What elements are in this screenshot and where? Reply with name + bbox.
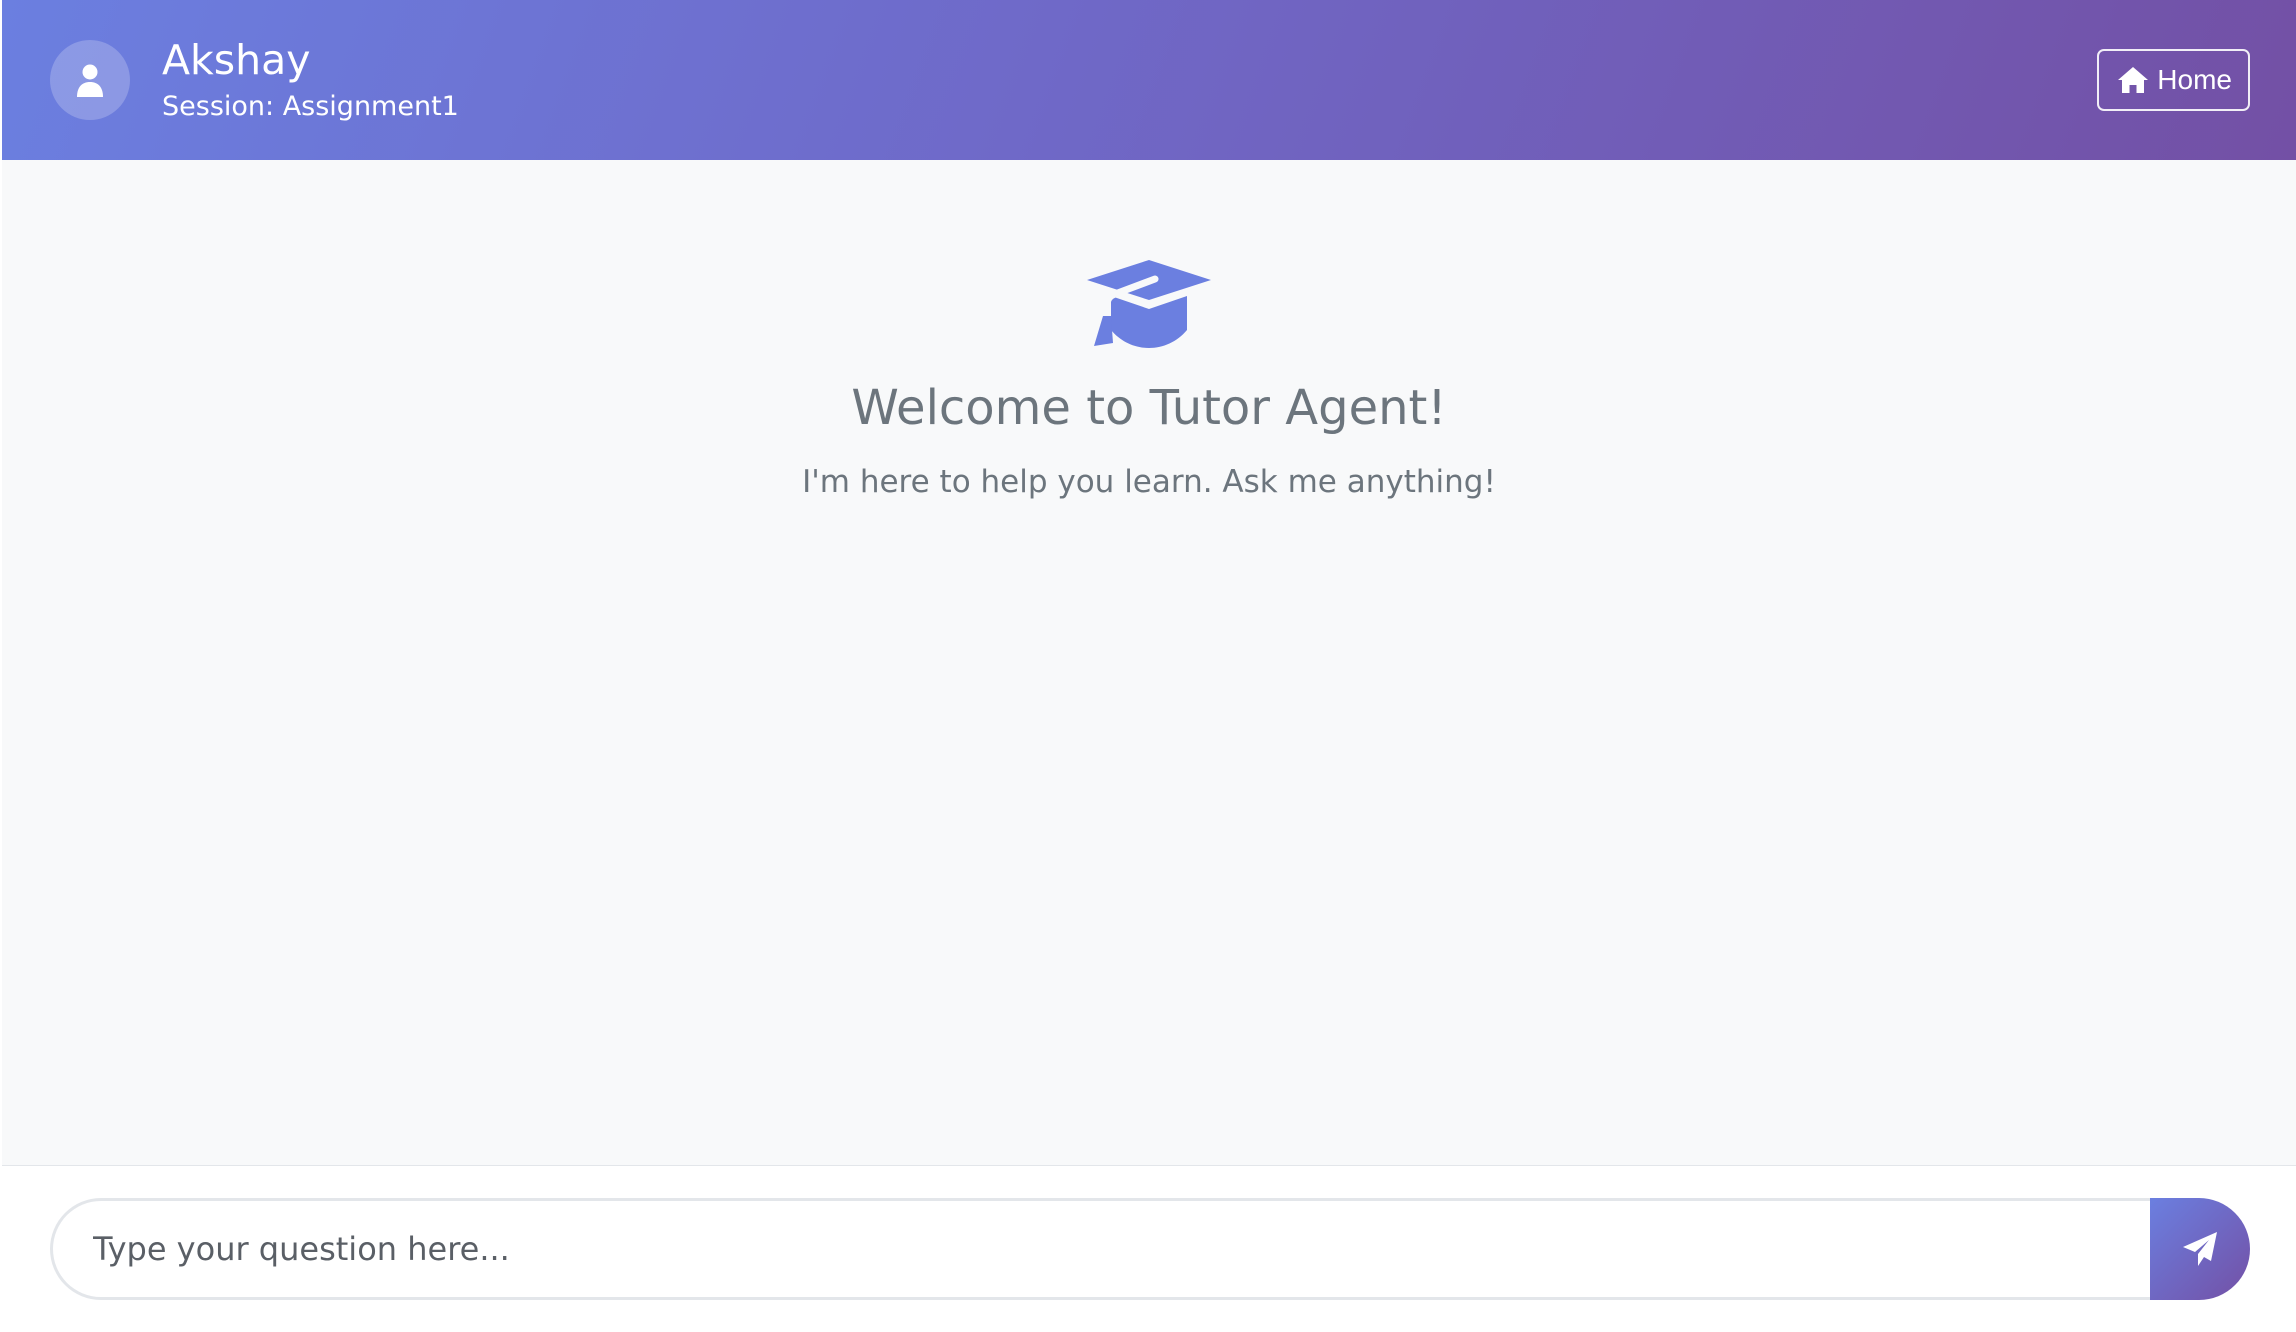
composer-bar [2, 1165, 2296, 1332]
welcome-title: Welcome to Tutor Agent! [851, 380, 1447, 436]
welcome-subtitle: I'm here to help you learn. Ask me anyth… [802, 464, 1496, 500]
user-info: Akshay Session: Assignment1 [162, 34, 459, 126]
welcome-panel: Welcome to Tutor Agent! I'm here to help… [2, 260, 2296, 502]
graduation-cap-icon [1087, 260, 1211, 348]
home-button[interactable]: Home [2097, 49, 2250, 111]
session-label: Session: Assignment1 [162, 91, 459, 122]
chat-area: Welcome to Tutor Agent! I'm here to help… [2, 160, 2296, 1165]
avatar [50, 40, 130, 120]
home-button-label: Home [2157, 64, 2232, 95]
user-name: Akshay [162, 36, 311, 84]
user-icon [77, 64, 103, 97]
send-button[interactable] [2150, 1198, 2250, 1300]
question-input[interactable] [50, 1198, 2150, 1300]
tutor-app: Akshay Session: Assignment1 Home Welcome… [2, 0, 2296, 1332]
paper-plane-icon [2183, 1232, 2217, 1266]
home-icon [2117, 66, 2149, 94]
header-bar: Akshay Session: Assignment1 Home [2, 0, 2296, 160]
message-input-group [50, 1198, 2250, 1300]
